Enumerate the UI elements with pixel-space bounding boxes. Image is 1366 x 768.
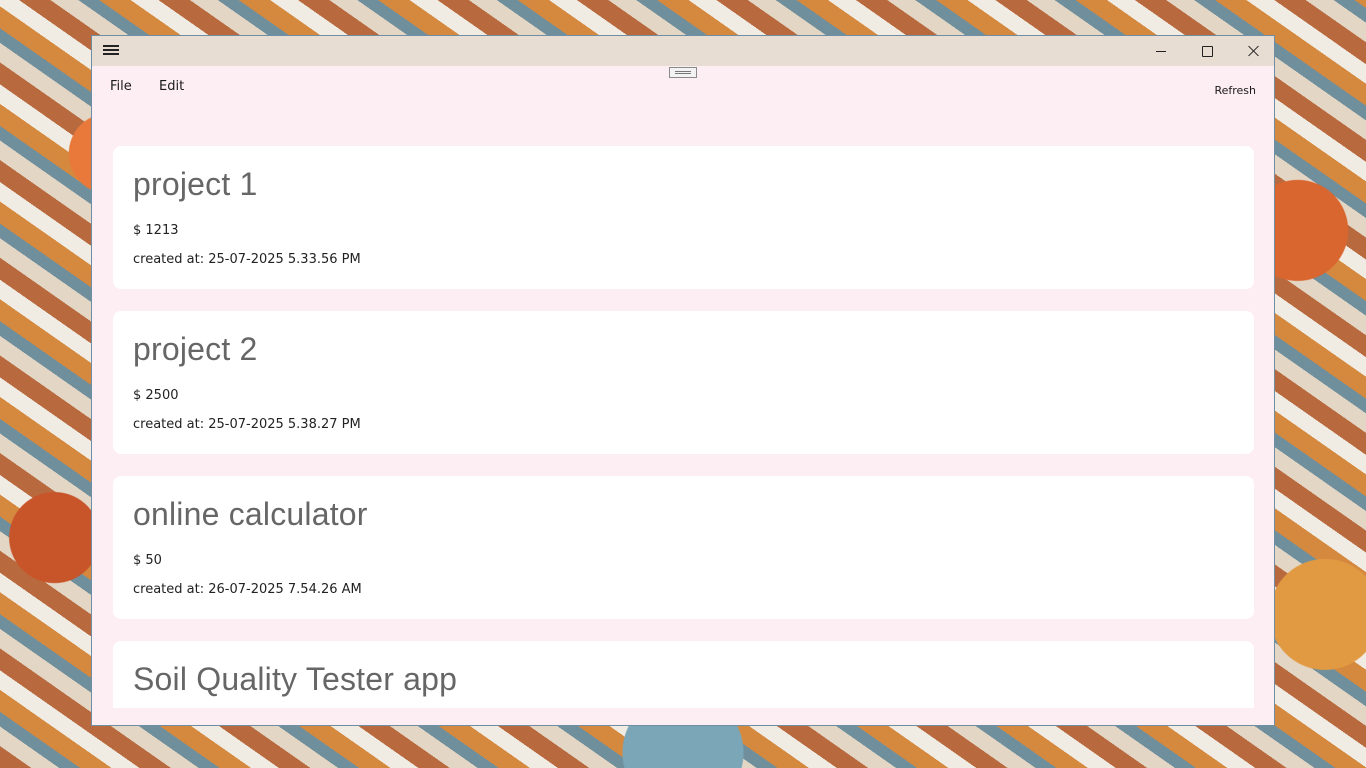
project-card[interactable]: project 1 $ 1213 created at: 25-07-2025 …	[113, 146, 1254, 289]
project-title: project 1	[133, 166, 258, 202]
project-card[interactable]: Soil Quality Tester app	[113, 641, 1254, 708]
project-card[interactable]: online calculator $ 50 created at: 26-07…	[113, 476, 1254, 619]
maximize-icon	[1201, 45, 1213, 57]
project-created-at: created at: 25-07-2025 5.33.56 PM	[133, 252, 361, 267]
refresh-button[interactable]: Refresh	[1214, 84, 1256, 97]
hamburger-menu-icon[interactable]	[103, 43, 119, 57]
project-amount: $ 2500	[133, 388, 179, 403]
project-amount: $ 50	[133, 553, 162, 568]
close-icon	[1247, 45, 1259, 57]
project-created-at: created at: 25-07-2025 5.38.27 PM	[133, 417, 361, 432]
app-window: File Edit Refresh project 1 $ 1213 creat…	[91, 35, 1275, 726]
menu-file[interactable]: File	[110, 79, 132, 94]
project-title: Soil Quality Tester app	[133, 661, 458, 697]
project-title: project 2	[133, 331, 258, 367]
project-list: project 1 $ 1213 created at: 25-07-2025 …	[92, 106, 1274, 708]
minimize-button[interactable]	[1138, 36, 1184, 66]
project-created-at: created at: 26-07-2025 7.54.26 AM	[133, 582, 362, 597]
menu-bar: File Edit Refresh	[92, 66, 1274, 106]
menu-edit[interactable]: Edit	[159, 79, 184, 94]
title-bar[interactable]	[92, 36, 1274, 66]
maximize-button[interactable]	[1184, 36, 1230, 66]
project-card[interactable]: project 2 $ 2500 created at: 25-07-2025 …	[113, 311, 1254, 454]
minimize-icon	[1156, 50, 1166, 52]
close-button[interactable]	[1230, 36, 1274, 66]
project-amount: $ 1213	[133, 223, 179, 238]
project-title: online calculator	[133, 496, 368, 532]
